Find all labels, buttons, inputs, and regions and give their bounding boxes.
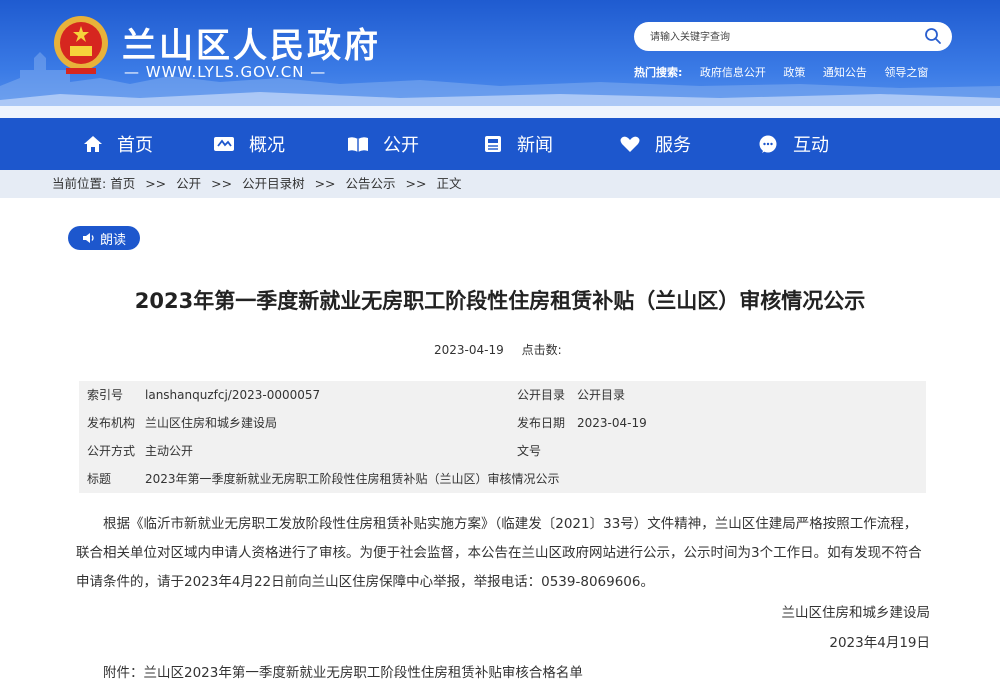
nav-label-news: 新闻	[517, 135, 553, 156]
nav-label-overview: 概况	[249, 135, 285, 156]
nav-label-open: 公开	[383, 135, 419, 156]
attachment-link[interactable]: 附件：兰山区2023年第一季度新就业无房职工阶段性住房租赁补贴审核合格名单	[103, 661, 583, 681]
info-table: 索引号 lanshanquzfcj/2023-0000057 公开目录 公开目录…	[79, 381, 926, 493]
hot-link-info-disclosure[interactable]: 政府信息公开	[700, 66, 766, 79]
site-header: 兰山区人民政府 — WWW.LYLS.GOV.CN — 热门搜索: 政府信息公开…	[0, 0, 1000, 118]
article-title: 2023年第一季度新就业无房职工阶段性住房租赁补贴（兰山区）审核情况公示	[134, 289, 866, 313]
info-key: 索引号	[87, 388, 124, 402]
overview-icon	[214, 137, 234, 151]
info-row: 标题 2023年第一季度新就业无房职工阶段性住房租赁补贴（兰山区）审核情况公示	[79, 465, 926, 493]
search-input[interactable]	[648, 27, 922, 47]
nav-label-service: 服务	[655, 135, 691, 156]
read-aloud-button[interactable]: 朗读	[68, 226, 140, 250]
info-key: 标题	[87, 472, 112, 486]
info-key: 公开方式	[87, 444, 136, 458]
search-icon[interactable]	[924, 27, 942, 45]
breadcrumb-current: 正文	[436, 176, 462, 191]
read-aloud-label: 朗读	[99, 232, 126, 248]
news-icon	[485, 136, 501, 152]
signature-org: 兰山区住房和城乡建设局	[781, 605, 931, 621]
info-key: 文号	[517, 444, 542, 458]
info-value: lanshanquzfcj/2023-0000057	[145, 388, 321, 402]
nav-label-home: 首页	[117, 135, 153, 156]
article-clicks-label: 点击数:	[521, 343, 562, 357]
home-icon	[84, 136, 102, 152]
info-value: 2023-04-19	[577, 416, 647, 430]
info-row: 发布机构 兰山区住房和城乡建设局 发布日期 2023-04-19	[79, 409, 926, 437]
article-body: 根据《临沂市新就业无房职工发放阶段性住房租赁补贴实施方案》（临建发〔2021〕3…	[76, 516, 922, 590]
nav-item-open[interactable]: 公开	[347, 118, 419, 170]
breadcrumb-prefix: 当前位置:	[52, 176, 107, 191]
hot-search: 热门搜索: 政府信息公开 政策 通知公告 领导之窗	[634, 64, 942, 80]
signature-date: 2023年4月19日	[829, 635, 930, 651]
breadcrumb-separator: >>	[145, 176, 167, 191]
breadcrumb: 当前位置: 首页 >> 公开 >> 公开目录树 >> 公告公示 >> 正文	[0, 170, 1000, 198]
speaker-icon	[82, 233, 94, 243]
hot-search-label: 热门搜索:	[634, 66, 683, 79]
chat-icon	[759, 135, 777, 153]
info-row: 公开方式 主动公开 文号	[79, 437, 926, 465]
breadcrumb-separator: >>	[211, 176, 233, 191]
article-meta: 2023-04-19 点击数:	[434, 341, 576, 358]
national-emblem-icon	[54, 16, 108, 74]
info-value: 兰山区住房和城乡建设局	[145, 416, 278, 430]
service-heart-icon	[620, 136, 640, 152]
info-row: 索引号 lanshanquzfcj/2023-0000057 公开目录 公开目录	[79, 381, 926, 409]
hot-link-leaders[interactable]: 领导之窗	[884, 66, 928, 79]
breadcrumb-notices[interactable]: 公告公示	[346, 176, 396, 191]
breadcrumb-separator: >>	[314, 176, 336, 191]
breadcrumb-open[interactable]: 公开	[176, 176, 201, 191]
nav-item-interact[interactable]: 互动	[757, 118, 829, 170]
open-book-icon	[348, 137, 368, 152]
nav-item-overview[interactable]: 概况	[213, 118, 285, 170]
info-key: 公开目录	[517, 388, 566, 402]
search-box	[634, 22, 952, 51]
info-key: 发布机构	[87, 416, 136, 430]
site-title[interactable]: 兰山区人民政府	[122, 18, 381, 67]
hot-link-policy[interactable]: 政策	[783, 66, 805, 79]
nav-item-service[interactable]: 服务	[619, 118, 691, 170]
info-value: 公开目录	[577, 388, 626, 402]
site-url: — WWW.LYLS.GOV.CN —	[124, 63, 327, 81]
breadcrumb-home[interactable]: 首页	[110, 176, 135, 191]
info-value: 2023年第一季度新就业无房职工阶段性住房租赁补贴（兰山区）审核情况公示	[145, 472, 560, 486]
info-key: 发布日期	[517, 416, 566, 430]
nav-label-interact: 互动	[793, 135, 829, 156]
hot-link-notices[interactable]: 通知公告	[823, 66, 867, 79]
info-value: 主动公开	[145, 444, 194, 458]
breadcrumb-catalog-tree[interactable]: 公开目录树	[242, 176, 305, 191]
article-date: 2023-04-19	[434, 343, 504, 357]
nav-item-news[interactable]: 新闻	[483, 118, 553, 170]
main-nav: 首页 概况 公开 新闻 服务 互动	[0, 118, 1000, 170]
nav-item-home[interactable]: 首页	[83, 118, 153, 170]
breadcrumb-separator: >>	[405, 176, 427, 191]
